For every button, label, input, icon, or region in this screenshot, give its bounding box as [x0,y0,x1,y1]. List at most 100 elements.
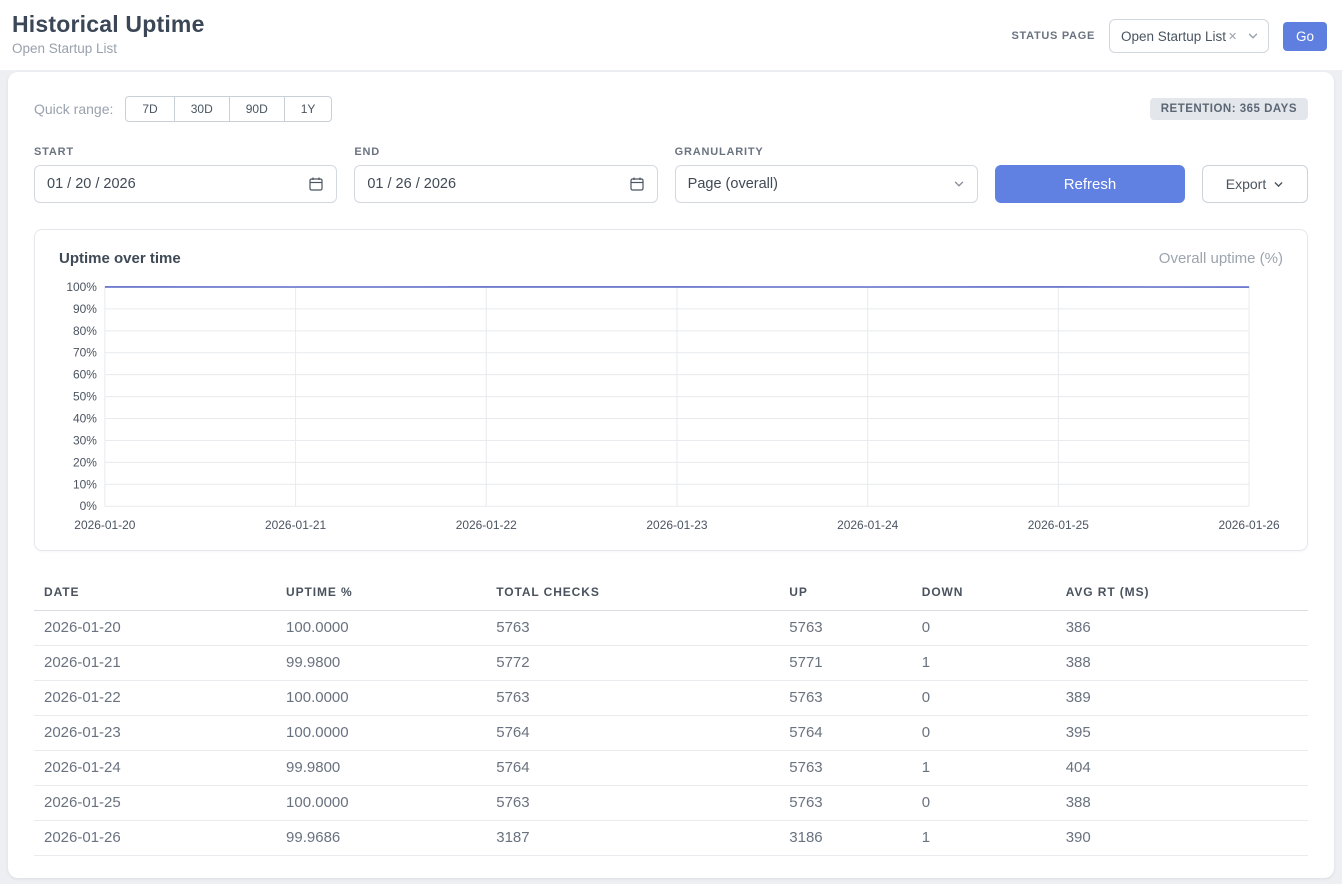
svg-text:2026-01-25: 2026-01-25 [1028,518,1089,532]
svg-text:80%: 80% [73,324,97,338]
table-cell: 2026-01-21 [34,646,276,681]
chevron-down-icon [1247,30,1259,42]
go-button[interactable]: Go [1283,22,1327,51]
table-cell: 2026-01-22 [34,681,276,716]
table-cell: 386 [1056,611,1308,646]
table-cell: 2026-01-24 [34,751,276,786]
status-page-selected-value: Open Startup List [1121,29,1226,44]
svg-text:70%: 70% [73,346,97,360]
table-cell: 2026-01-26 [34,821,276,856]
table-column-header: UPTIME % [276,575,486,611]
table-row: 2026-01-2199.9800577257711388 [34,646,1308,681]
quick-range-button-7d[interactable]: 7D [125,96,174,122]
table-cell: 1 [912,821,1056,856]
table-row: 2026-01-22100.0000576357630389 [34,681,1308,716]
table-cell: 0 [912,716,1056,751]
table-cell: 389 [1056,681,1308,716]
end-date-label: END [354,146,657,158]
table-header-row: DATEUPTIME %TOTAL CHECKSUPDOWNAVG RT (MS… [34,575,1308,611]
table-cell: 99.9686 [276,821,486,856]
start-date-value: 01 / 20 / 2026 [47,176,136,192]
status-page-select[interactable]: Open Startup List ✕ [1109,19,1269,53]
quick-range-button-30d[interactable]: 30D [174,96,230,122]
status-page-label: STATUS PAGE [1012,30,1095,42]
svg-text:2026-01-21: 2026-01-21 [265,518,326,532]
table-cell: 2026-01-25 [34,786,276,821]
table-cell: 5763 [486,611,779,646]
svg-text:2026-01-24: 2026-01-24 [837,518,898,532]
page-subtitle: Open Startup List [12,41,205,56]
svg-text:100%: 100% [66,280,97,294]
table-head: DATEUPTIME %TOTAL CHECKSUPDOWNAVG RT (MS… [34,575,1308,611]
uptime-chart-svg: 0%10%20%30%40%50%60%70%80%90%100%2026-01… [59,277,1283,540]
table-cell: 5772 [486,646,779,681]
svg-text:2026-01-26: 2026-01-26 [1218,518,1279,532]
chart-header: Uptime over time Overall uptime (%) [59,250,1283,277]
granularity-label: GRANULARITY [675,146,978,158]
status-page-controls: STATUS PAGE Open Startup List ✕ Go [1012,19,1328,53]
quick-range-button-1y[interactable]: 1Y [284,96,333,122]
chart-gridlines [105,287,1249,506]
table-cell: 388 [1056,646,1308,681]
svg-text:40%: 40% [73,412,97,426]
table-cell: 0 [912,786,1056,821]
svg-text:50%: 50% [73,390,97,404]
table-cell: 100.0000 [276,681,486,716]
page-header: Historical Uptime Open Startup List STAT… [0,0,1342,70]
quick-range-label: Quick range: [34,101,113,117]
table-cell: 5763 [779,681,911,716]
title-block: Historical Uptime Open Startup List [12,11,205,56]
svg-text:20%: 20% [73,455,97,469]
table-cell: 5771 [779,646,911,681]
table-column-header: UP [779,575,911,611]
refresh-button[interactable]: Refresh [995,165,1185,203]
table-cell: 2026-01-23 [34,716,276,751]
chevron-down-icon [1273,179,1284,190]
svg-text:10%: 10% [73,477,97,491]
granularity-field-group: GRANULARITY Page (overall) [675,146,978,203]
chart-y-axis-labels: 0%10%20%30%40%50%60%70%80%90%100% [66,280,97,513]
export-button[interactable]: Export [1202,165,1308,203]
svg-text:60%: 60% [73,368,97,382]
svg-text:0%: 0% [80,499,98,513]
table-row: 2026-01-2499.9800576457631404 [34,751,1308,786]
svg-text:2026-01-23: 2026-01-23 [646,518,707,532]
start-date-input[interactable]: 01 / 20 / 2026 [34,165,337,203]
table-cell: 3187 [486,821,779,856]
table-cell: 388 [1056,786,1308,821]
chevron-down-icon [953,178,965,190]
page-title: Historical Uptime [12,11,205,38]
start-date-label: START [34,146,337,158]
table-cell: 5763 [779,786,911,821]
end-date-field-group: END 01 / 26 / 2026 [354,146,657,203]
svg-text:30%: 30% [73,433,97,447]
table-cell: 99.9800 [276,751,486,786]
quick-range-button-90d[interactable]: 90D [229,96,285,122]
chart-legend: Overall uptime (%) [1159,250,1283,267]
table-row: 2026-01-20100.0000576357630386 [34,611,1308,646]
table-column-header: DATE [34,575,276,611]
chart-title: Uptime over time [59,250,181,267]
end-date-input[interactable]: 01 / 26 / 2026 [354,165,657,203]
table-cell: 100.0000 [276,786,486,821]
granularity-select[interactable]: Page (overall) [675,165,978,203]
calendar-icon[interactable] [308,176,324,192]
uptime-chart: 0%10%20%30%40%50%60%70%80%90%100%2026-01… [59,277,1283,540]
table-cell: 5763 [779,751,911,786]
calendar-icon[interactable] [629,176,645,192]
historical-uptime-panel: Quick range: 7D30D90D1Y RETENTION: 365 D… [8,72,1334,878]
table-cell: 395 [1056,716,1308,751]
table-cell: 2026-01-20 [34,611,276,646]
table-column-header: DOWN [912,575,1056,611]
table-cell: 1 [912,751,1056,786]
table-cell: 5763 [486,786,779,821]
table-cell: 0 [912,611,1056,646]
table-cell: 0 [912,681,1056,716]
table-cell: 5764 [779,716,911,751]
quick-range-group: 7D30D90D1Y [125,96,332,122]
table-cell: 100.0000 [276,611,486,646]
table-row: 2026-01-2699.9686318731861390 [34,821,1308,856]
table-cell: 5763 [486,681,779,716]
clear-selection-icon[interactable]: ✕ [1228,30,1237,43]
svg-text:2026-01-20: 2026-01-20 [74,518,135,532]
